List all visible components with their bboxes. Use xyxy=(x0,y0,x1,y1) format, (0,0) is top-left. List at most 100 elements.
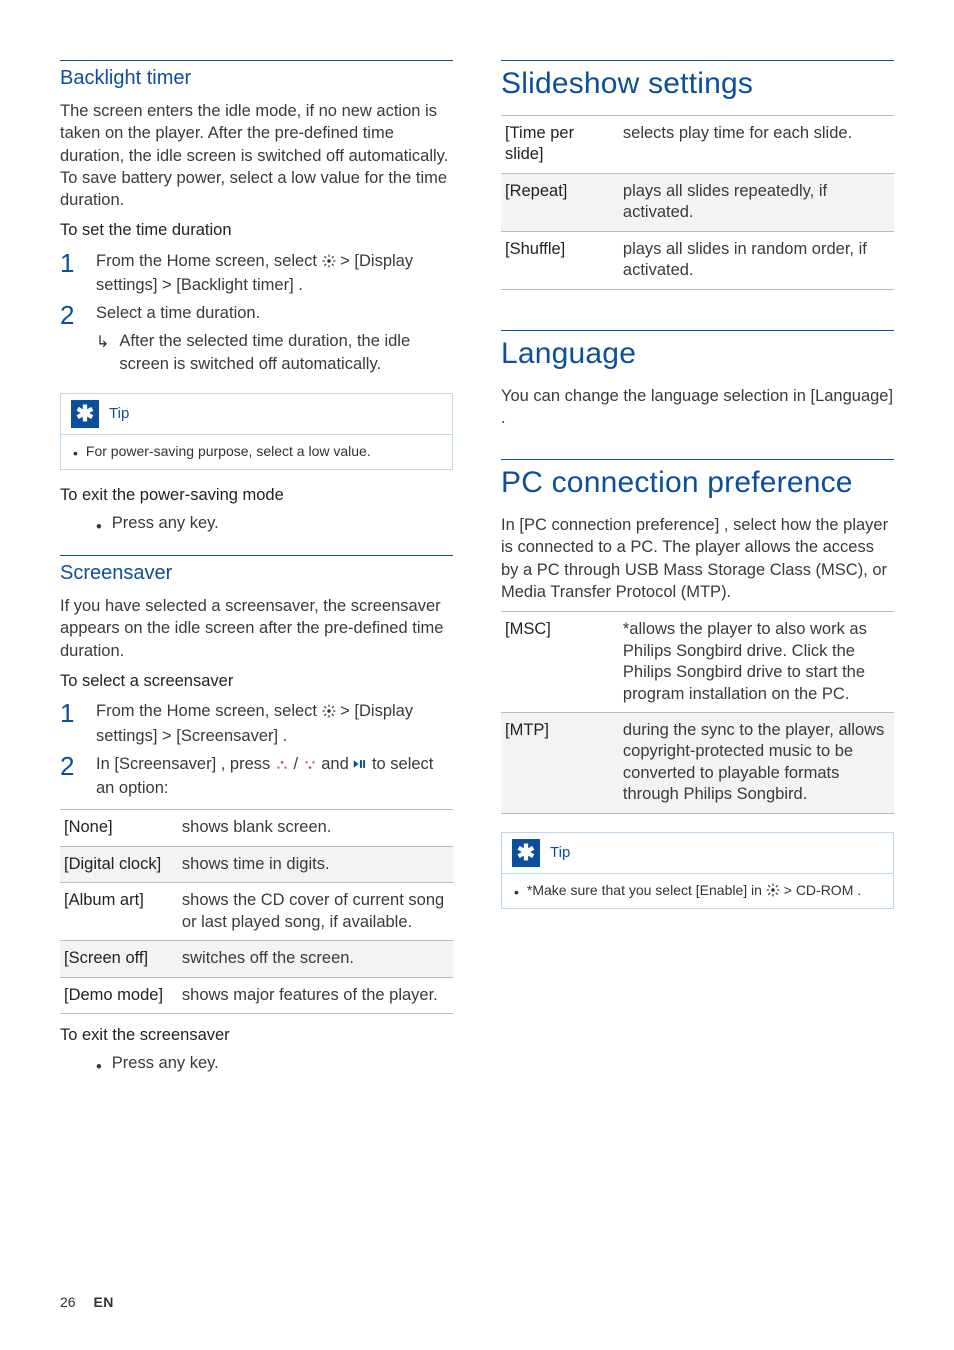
pc-options-table: [MSC]*allows the player to also work as … xyxy=(501,611,894,814)
step-body: From the Home screen, select > [Display … xyxy=(96,250,453,297)
menu-path: [Screensaver] xyxy=(114,755,216,773)
step-1: 1 From the Home screen, select > [Displa… xyxy=(60,250,453,297)
lead-text: To set the time duration xyxy=(60,219,453,241)
table-row: [Digital clock]shows time in digits. xyxy=(60,846,453,882)
bullet-icon: • xyxy=(73,445,78,461)
subsection-title: Backlight timer xyxy=(60,67,453,90)
bullet-list: • Press any key. xyxy=(60,1054,453,1077)
page: Backlight timer The screen enters the id… xyxy=(0,0,954,1350)
option-value: plays all slides repeatedly, if activate… xyxy=(619,173,894,231)
slideshow-options-table: [Time per slide]selects play time for ea… xyxy=(501,115,894,290)
option-key: [Shuffle] xyxy=(501,231,619,289)
option-value: *allows the player to also work as Phili… xyxy=(619,612,894,713)
arrow-icon: ↳ xyxy=(96,332,109,354)
text: In xyxy=(96,755,114,773)
option-value: during the sync to the player, allows co… xyxy=(619,712,894,813)
step-2: 2 Select a time duration. ↳ After the se… xyxy=(60,302,453,375)
option-key: [Screen off] xyxy=(60,941,178,977)
section-title: PC connection preference xyxy=(501,466,894,500)
table-row: [Album art]shows the CD cover of current… xyxy=(60,883,453,941)
bullet-icon: • xyxy=(96,1058,102,1077)
step-number: 1 xyxy=(60,700,82,726)
bullet-list: • Press any key. xyxy=(60,514,453,537)
option-key: [Time per slide] xyxy=(501,116,619,174)
text: . xyxy=(501,409,506,427)
option-value: shows time in digits. xyxy=(178,846,453,882)
paragraph: The screen enters the idle mode, if no n… xyxy=(60,100,453,211)
text: Press any key. xyxy=(112,514,219,537)
option-value: shows major features of the player. xyxy=(178,977,453,1013)
text: . xyxy=(857,882,861,898)
step-body: Select a time duration. ↳ After the sele… xyxy=(96,302,453,375)
paragraph: You can change the language selection in… xyxy=(501,385,894,430)
step-body: In [Screensaver] , press / and to select… xyxy=(96,753,453,800)
page-footer: 26 EN xyxy=(60,1294,114,1310)
settings-icon xyxy=(322,252,336,274)
paragraph: If you have selected a screensaver, the … xyxy=(60,595,453,662)
option-key: [None] xyxy=(60,810,178,846)
text: From the Home screen, select xyxy=(96,252,322,270)
table-row: [Time per slide]selects play time for ea… xyxy=(501,116,894,174)
left-column: Backlight timer The screen enters the id… xyxy=(60,60,453,1087)
text: > xyxy=(162,276,176,294)
two-column-layout: Backlight timer The screen enters the id… xyxy=(60,60,894,1087)
text: Press any key. xyxy=(112,1054,219,1077)
step-number: 2 xyxy=(60,753,82,779)
text: For power-saving purpose, select a low v… xyxy=(86,443,371,459)
option-value: plays all slides in random order, if act… xyxy=(619,231,894,289)
screensaver-options-table: [None]shows blank screen.[Digital clock]… xyxy=(60,809,453,1014)
text: > xyxy=(340,702,354,720)
table-row: [Screen off]switches off the screen. xyxy=(60,941,453,977)
text: . xyxy=(283,727,288,745)
step-body: From the Home screen, select > [Display … xyxy=(96,700,453,747)
dots-down-icon xyxy=(303,755,317,777)
step-1: 1 From the Home screen, select > [Displa… xyxy=(60,700,453,747)
text: in xyxy=(751,882,766,898)
section-rule xyxy=(501,330,894,331)
text: > xyxy=(784,882,796,898)
option-value: shows blank screen. xyxy=(178,810,453,846)
text: . xyxy=(298,276,303,294)
page-number: 26 xyxy=(60,1294,76,1310)
text: > xyxy=(340,252,354,270)
section-rule xyxy=(501,459,894,460)
lead-text: To select a screensaver xyxy=(60,670,453,692)
bullet-icon: • xyxy=(96,518,102,537)
option-key: [Demo mode] xyxy=(60,977,178,1013)
page-language: EN xyxy=(93,1294,113,1310)
text: After the selected time duration, the id… xyxy=(119,330,453,375)
tip-body: • For power-saving purpose, select a low… xyxy=(61,435,452,469)
option-key: [Repeat] xyxy=(501,173,619,231)
option-key: [Album art] xyxy=(60,883,178,941)
text: , press xyxy=(221,755,275,773)
table-row: [Shuffle]plays all slides in random orde… xyxy=(501,231,894,289)
asterisk-icon: ✱ xyxy=(71,400,99,428)
table-row: [None]shows blank screen. xyxy=(60,810,453,846)
menu-path: [PC connection preference] xyxy=(519,516,719,534)
menu-path: [Screensaver] xyxy=(176,727,278,745)
text: From the Home screen, select xyxy=(96,702,322,720)
text: *Make sure that you select xyxy=(527,882,696,898)
paragraph: In [PC connection preference] , select h… xyxy=(501,514,894,603)
option-value: shows the CD cover of current song or la… xyxy=(178,883,453,941)
menu-path: [Language] xyxy=(810,387,893,405)
tip-header: ✱ Tip xyxy=(502,833,893,874)
tip-label: Tip xyxy=(550,844,570,861)
section-rule xyxy=(501,60,894,61)
step-number: 2 xyxy=(60,302,82,328)
text: You can change the language selection in xyxy=(501,387,810,405)
step-number: 1 xyxy=(60,250,82,276)
text: In xyxy=(501,516,519,534)
text: Select a time duration. xyxy=(96,304,260,322)
table-row: [Repeat]plays all slides repeatedly, if … xyxy=(501,173,894,231)
tip-header: ✱ Tip xyxy=(61,394,452,435)
settings-icon xyxy=(766,883,780,900)
list-item: • Press any key. xyxy=(96,1054,453,1077)
tip-body: • *Make sure that you select [Enable] in… xyxy=(502,874,893,908)
text: and xyxy=(321,755,353,773)
section-rule xyxy=(60,555,453,556)
text: / xyxy=(293,755,302,773)
steps-list: 1 From the Home screen, select > [Displa… xyxy=(60,250,453,375)
bullet-icon: • xyxy=(514,884,519,900)
play-pause-icon xyxy=(353,755,367,777)
